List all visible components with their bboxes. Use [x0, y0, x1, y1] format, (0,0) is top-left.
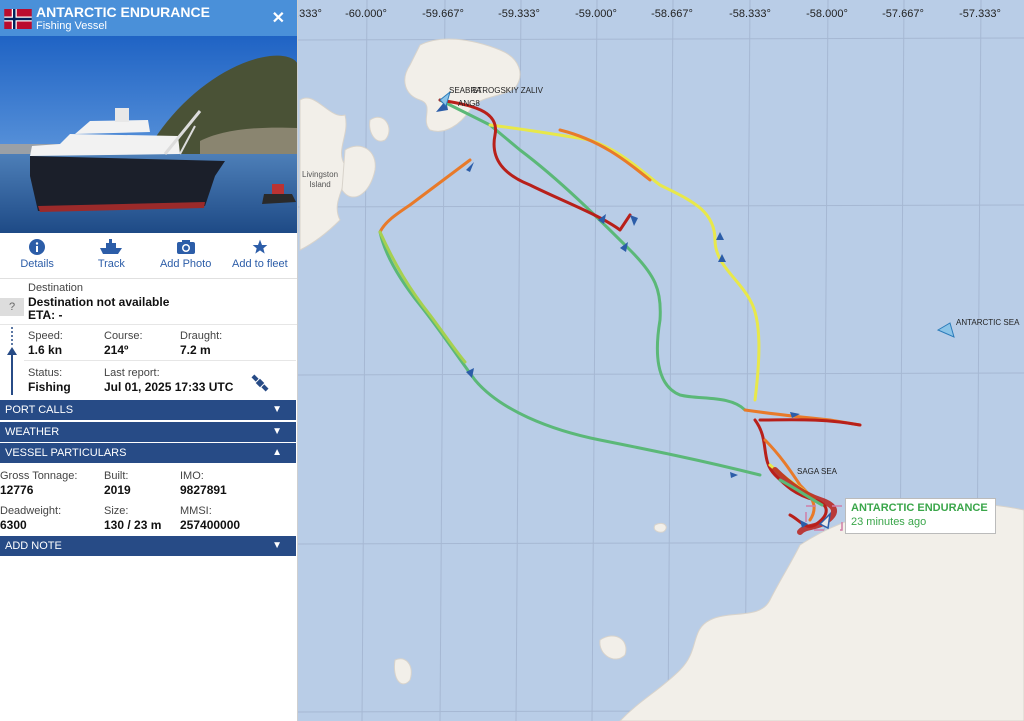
voyage-block: Speed: 1.6 kn Course: 214º Draught: 7.2 …: [0, 325, 297, 398]
imo-value: 9827891: [180, 483, 227, 497]
chevron-down-icon: ▼: [272, 404, 282, 415]
chevron-down-icon: ▼: [272, 540, 282, 551]
course-label: Course:: [104, 330, 143, 342]
longitude-label: -59.667°: [422, 8, 464, 20]
built-label: Built:: [104, 470, 129, 482]
imo-label: IMO:: [180, 470, 204, 482]
vessel-name: ANTARCTIC ENDURANCE: [36, 4, 210, 20]
popup-vessel-name[interactable]: ANTARCTIC ENDURANCE: [851, 502, 990, 514]
longitude-label: -58.333°: [729, 8, 771, 20]
star-icon: [252, 239, 268, 254]
gross-tonnage-value: 12776: [0, 483, 34, 497]
add-to-fleet-button[interactable]: Add to fleet: [223, 233, 297, 278]
close-icon[interactable]: ✕: [272, 8, 285, 28]
longitude-label: -59.333°: [498, 8, 540, 20]
speed-label: Speed:: [28, 330, 63, 342]
details-label: Details: [20, 258, 54, 270]
eta-value: ETA: -: [28, 308, 63, 322]
destination-block: ? Destination Destination not available …: [0, 279, 297, 325]
track-button[interactable]: Track: [74, 233, 148, 278]
vessel-panel: ANTARCTIC ENDURANCE Fishing Vessel ✕ Det…: [0, 0, 298, 721]
built-value: 2019: [104, 483, 131, 497]
unknown-port-icon: ?: [0, 298, 24, 316]
destination-value: Destination not available: [28, 295, 170, 309]
satellite-icon[interactable]: [250, 373, 270, 393]
add-to-fleet-label: Add to fleet: [232, 258, 288, 270]
map-label-livingston: Livingston Island: [302, 170, 339, 189]
camera-icon: [176, 240, 195, 254]
map-label-antarctic-sea[interactable]: ANTARCTIC SEA: [956, 318, 1019, 327]
draught-label: Draught:: [180, 330, 223, 342]
map-label-saga-sea[interactable]: SAGA SEA: [797, 467, 837, 476]
ship-icon: [100, 239, 123, 254]
mmsi-label: MMSI:: [180, 505, 212, 517]
map-label-zaliv: STROGSKIY ZALIV: [472, 86, 543, 95]
section-port-calls-label: PORT CALLS: [5, 404, 74, 416]
add-photo-label: Add Photo: [159, 258, 212, 270]
section-weather[interactable]: WEATHER ▼: [0, 422, 296, 442]
speed-value: 1.6 kn: [28, 343, 63, 357]
vessel-type: Fishing Vessel: [36, 20, 107, 32]
norway-flag-icon: [4, 9, 32, 29]
vessel-popup[interactable]: ANTARCTIC ENDURANCE 23 minutes ago: [845, 498, 996, 534]
longitude-label: -59.000°: [575, 8, 617, 20]
status-value: Fishing: [28, 380, 71, 394]
size-value: 130 / 23 m: [104, 518, 162, 532]
destination-label: Destination: [28, 282, 84, 294]
action-bar: Details Track Add Photo Add to fleet: [0, 233, 297, 279]
longitude-label: -57.333°: [959, 8, 1001, 20]
add-photo-button[interactable]: Add Photo: [149, 233, 223, 278]
chevron-down-icon: ▼: [272, 426, 282, 437]
section-add-note-label: ADD NOTE: [5, 540, 62, 552]
section-weather-label: WEATHER: [5, 426, 60, 438]
progress-line-icon: [7, 327, 17, 395]
details-button[interactable]: Details: [0, 233, 74, 278]
longitude-label: -57.667°: [882, 8, 924, 20]
status-label: Status:: [28, 367, 63, 379]
info-icon: [29, 239, 46, 255]
divider: [24, 360, 296, 361]
draught-value: 7.2 m: [180, 343, 211, 357]
panel-header: ANTARCTIC ENDURANCE Fishing Vessel ✕: [0, 0, 297, 36]
section-port-calls[interactable]: PORT CALLS ▼: [0, 400, 296, 420]
map-label-ang: ANG8: [458, 99, 480, 108]
deadweight-value: 6300: [0, 518, 27, 532]
chevron-up-icon: ▲: [272, 447, 282, 458]
track-label: Track: [97, 258, 125, 270]
course-value: 214º: [104, 343, 129, 357]
popup-time: 23 minutes ago: [851, 516, 927, 528]
longitude-label: -58.000°: [806, 8, 848, 20]
size-label: Size:: [104, 505, 129, 517]
last-report-value: Jul 01, 2025 17:33 UTC: [104, 380, 234, 394]
deadweight-label: Deadweight:: [0, 505, 62, 517]
section-vessel-particulars-label: VESSEL PARTICULARS: [5, 447, 127, 459]
mmsi-value: 257400000: [180, 518, 241, 532]
section-vessel-particulars[interactable]: VESSEL PARTICULARS ▲: [0, 443, 296, 463]
vessel-photo[interactable]: [0, 36, 297, 233]
section-add-note[interactable]: ADD NOTE ▼: [0, 536, 296, 556]
gross-tonnage-label: Gross Tonnage:: [0, 470, 78, 482]
last-report-label: Last report:: [104, 367, 160, 379]
longitude-label: -60.000°: [345, 8, 387, 20]
longitude-label: -58.667°: [651, 8, 693, 20]
